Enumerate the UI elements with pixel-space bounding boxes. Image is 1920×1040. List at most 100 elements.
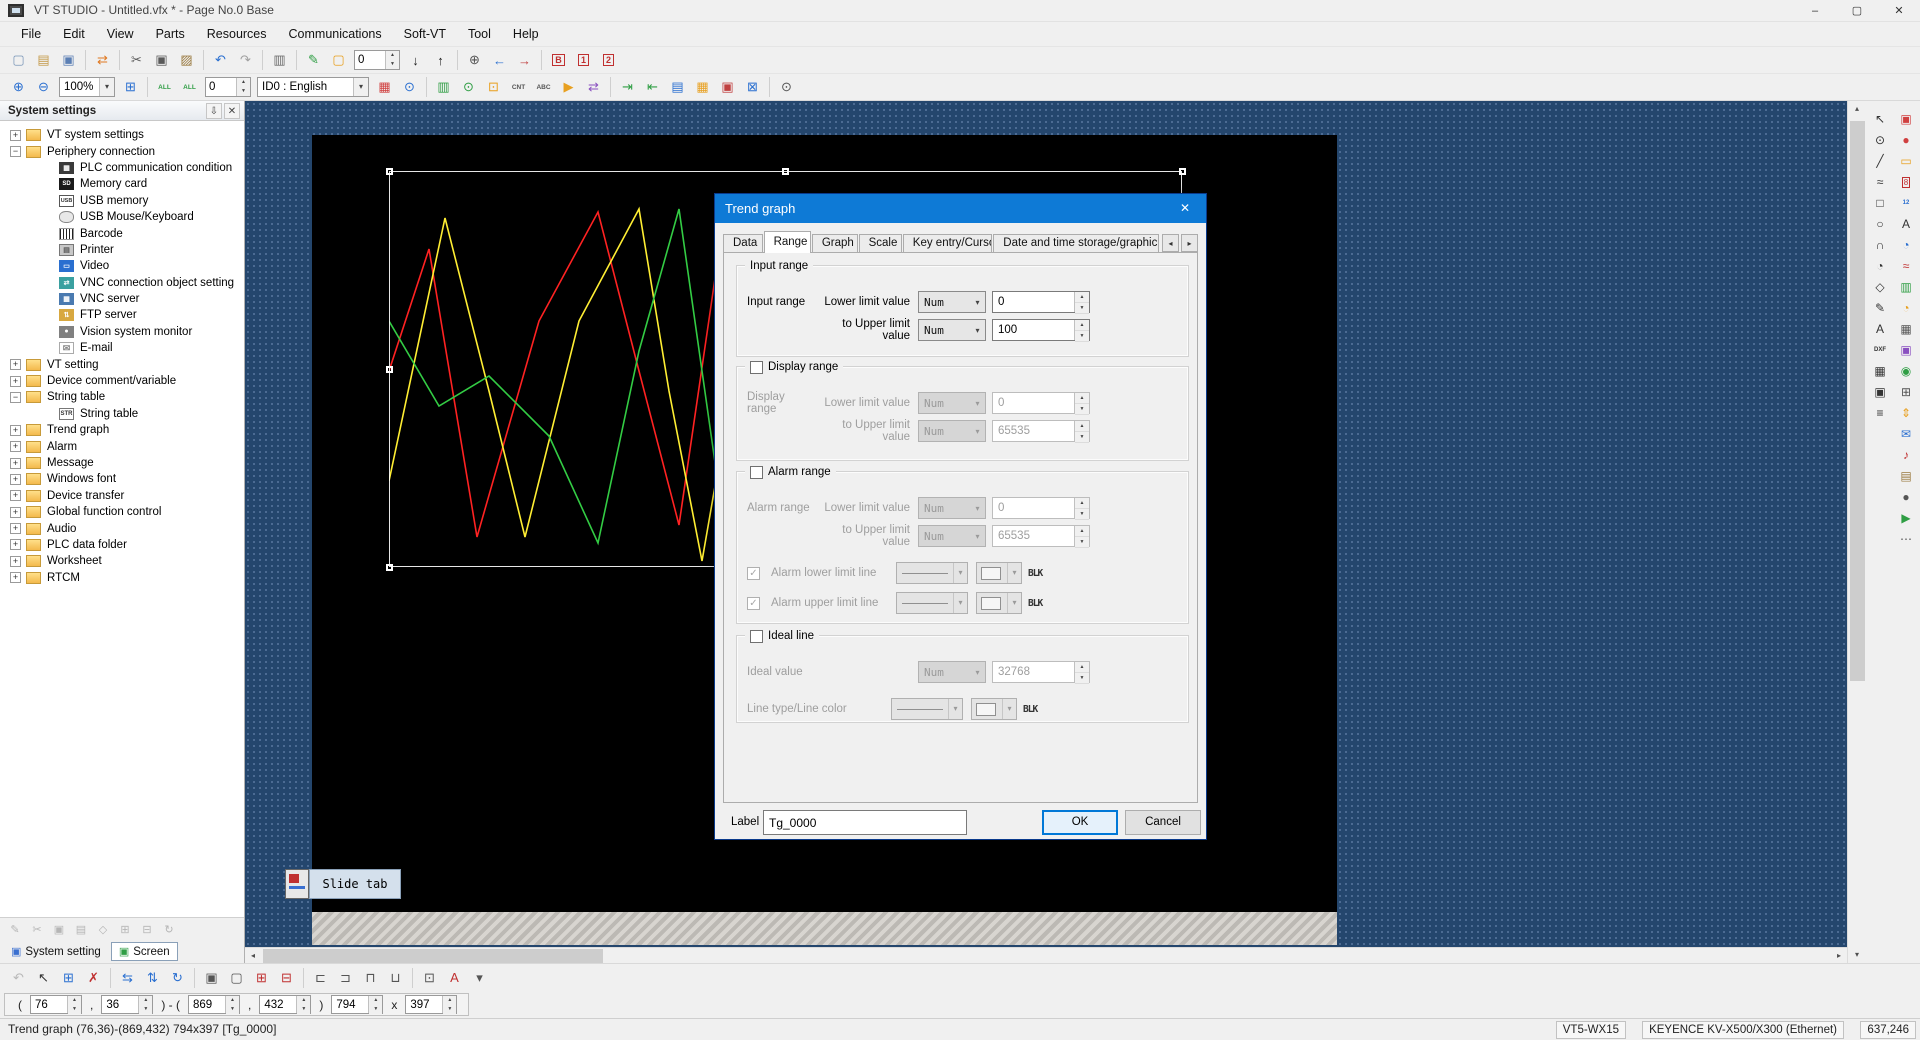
tree-item-vnc-connection-object-setting[interactable]: ⇄VNC connection object setting [0,275,244,291]
pen-tool-icon[interactable]: ✎ [1869,298,1891,318]
jump-out-icon[interactable]: ⇤ [641,76,664,98]
expand-icon[interactable]: + [10,359,21,370]
ok-button[interactable]: OK [1042,810,1118,835]
language-combo[interactable]: ID0 : English▾ [257,77,369,97]
expand-icon[interactable]: + [10,425,21,436]
pin-icon[interactable]: ⇩ [206,103,222,119]
vertical-scroll-thumb[interactable] [1850,121,1865,681]
device-search-icon[interactable]: ⊙ [457,76,480,98]
unit-icon[interactable]: ▣ [716,76,739,98]
touch-switch-part-icon[interactable]: ▣ [1895,109,1917,129]
redo-icon[interactable]: ↷ [234,49,257,71]
height-field[interactable]: ▲▼ [405,995,457,1014]
jump-in-icon[interactable]: ⇥ [616,76,639,98]
tree-item-message[interactable]: +Message [0,455,244,471]
device-jump-icon[interactable]: ⊡ [482,76,505,98]
expand-icon[interactable]: + [10,474,21,485]
grid-icon[interactable]: ⊞ [119,76,142,98]
vt-connect-icon[interactable]: ⇄ [582,76,605,98]
tree-item-device-comment-variable[interactable]: +Device comment/variable [0,373,244,389]
spinner-buttons[interactable]: ▲▼ [225,996,239,1013]
forward-screen-icon[interactable]: → [513,49,536,71]
spinner-buttons[interactable]: ▲▼ [236,78,250,96]
device-id-spinner[interactable]: ▲▼ [205,77,251,97]
scroll-right-icon[interactable]: ▸ [1831,948,1847,963]
input-lower-type-combo[interactable]: Num ▾ [918,291,986,313]
dialog-tab-key-entry-cursor[interactable]: Key entry/Cursor [903,234,993,253]
align-left-icon[interactable]: ⊏ [309,967,332,989]
spinner-buttons[interactable]: ▲▼ [296,996,310,1013]
dialog-tab-scale[interactable]: Scale [859,234,902,253]
spell-check-icon[interactable]: ABC [532,76,555,98]
numeric-display-part-icon[interactable]: 12 [1895,193,1917,213]
same-size-icon[interactable]: ⊡ [418,967,441,989]
window1-icon[interactable]: 1 [572,49,595,71]
ideal-line-checkbox[interactable] [750,630,763,643]
menu-help[interactable]: Help [502,23,550,45]
maximize-button[interactable]: ▢ [1836,0,1878,22]
seven-seg-part-icon[interactable]: 8 [1895,172,1917,192]
tree-item-plc-communication-condition[interactable]: ▦PLC communication condition [0,160,244,176]
tree-item-alarm[interactable]: +Alarm [0,438,244,454]
base-window-icon[interactable]: B [547,49,570,71]
tree-item-vt-setting[interactable]: +VT setting [0,356,244,372]
lamp-part-icon[interactable]: ● [1895,130,1917,150]
cut-page-icon[interactable]: ✂ [27,920,47,938]
bar-graph-part-icon[interactable]: ▥ [1895,277,1917,297]
close-button[interactable]: ✕ [1878,0,1920,22]
tree-item-printer[interactable]: ▤Printer [0,242,244,258]
fit-all-width-icon[interactable]: ALL [153,76,176,98]
horizontal-scrollbar[interactable]: ◂ ▸ [245,947,1847,963]
tree-item-ftp-server[interactable]: ⇅FTP server [0,307,244,323]
vertical-scrollbar[interactable]: ▴ ▾ [1847,101,1866,963]
tab-scroll-right-icon[interactable]: ▸ [1181,234,1198,252]
select-arrow-icon[interactable]: ↖ [1869,109,1891,129]
edit-screen-icon[interactable]: ✎ [5,920,25,938]
menu-file[interactable]: File [10,23,52,45]
dialog-tab-data[interactable]: Data [723,234,763,253]
tree-item-rtcm[interactable]: +RTCM [0,570,244,586]
tree-item-vnc-server[interactable]: ▦VNC server [0,291,244,307]
table-part-icon[interactable]: ▦ [1895,319,1917,339]
cut-icon[interactable]: ✂ [125,49,148,71]
tree-item-periphery-connection[interactable]: −Periphery connection [0,143,244,159]
expand-icon[interactable]: + [10,458,21,469]
button-part-icon[interactable]: ▭ [1895,151,1917,171]
panel-close-icon[interactable]: ✕ [224,103,240,119]
pan-icon[interactable]: ⊕ [463,49,486,71]
expand-icon[interactable]: + [10,441,21,452]
alarm-range-checkbox[interactable] [750,466,763,479]
color-palette-icon[interactable]: ▦ [373,76,396,98]
prev-page-icon[interactable]: ↑ [429,49,452,71]
spinner-buttons[interactable]: ▲▼ [368,996,382,1013]
attribute-icon[interactable]: A [443,967,466,989]
menu-soft-vt[interactable]: Soft-VT [393,23,457,45]
counter-icon[interactable]: CNT [507,76,530,98]
panel-tab-system-setting[interactable]: ▣System setting [4,942,108,961]
copy-icon[interactable]: ▣ [150,49,173,71]
selection-handle[interactable] [386,168,393,175]
arc-tool-icon[interactable]: ∩ [1869,235,1891,255]
input-upper-type-combo[interactable]: Num ▾ [918,319,986,341]
alarm-lower-limit-line-checkbox[interactable]: ✓ [747,567,760,580]
alarm-upper-limit-line-checkbox[interactable]: ✓ [747,597,760,610]
print-icon[interactable]: ▥ [268,49,291,71]
selection-handle[interactable] [1179,168,1186,175]
transfer-to-vt-icon[interactable]: ⇄ [91,49,114,71]
device-id-spinner-input[interactable] [206,78,236,96]
paste-icon[interactable]: ▨ [175,49,198,71]
align-bottom-icon[interactable]: ⊔ [384,967,407,989]
document-part-icon[interactable]: ▤ [1895,466,1917,486]
tree-item-trend-graph[interactable]: +Trend graph [0,422,244,438]
tree-item-barcode[interactable]: Barcode [0,225,244,241]
message-part-icon[interactable]: ✉ [1895,424,1917,444]
scroll-down-icon[interactable]: ▾ [1849,947,1865,963]
polyline-tool-icon[interactable]: ≈ [1869,172,1891,192]
copy-page-icon[interactable]: ▣ [49,920,69,938]
expand-icon[interactable]: + [10,572,21,583]
attribute-dropdown-icon[interactable]: ▾ [468,967,491,989]
tree-item-global-function-control[interactable]: +Global function control [0,504,244,520]
panel-tab-screen[interactable]: ▣Screen [111,942,178,961]
x2-field[interactable]: ▲▼ [188,995,240,1014]
zoom-combo[interactable]: 100%▾ [59,77,115,97]
